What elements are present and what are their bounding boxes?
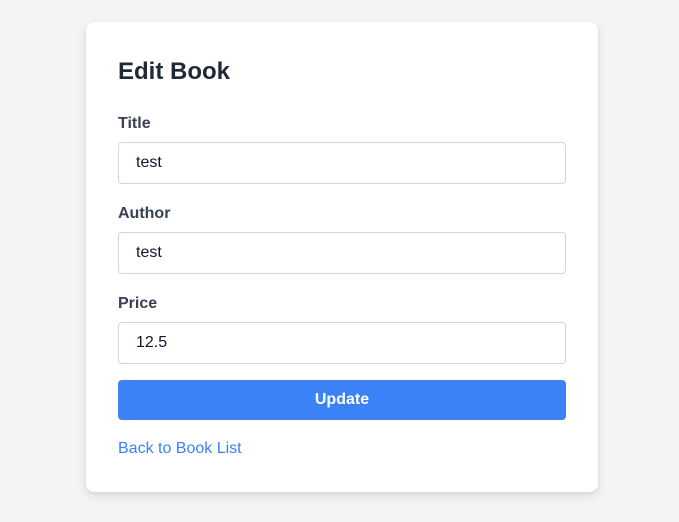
title-input[interactable] bbox=[118, 142, 566, 184]
update-button[interactable]: Update bbox=[118, 380, 566, 420]
back-to-book-list-link[interactable]: Back to Book List bbox=[118, 439, 242, 459]
page-title: Edit Book bbox=[118, 58, 230, 85]
title-label: Title bbox=[118, 115, 151, 132]
price-label: Price bbox=[118, 295, 158, 312]
price-input[interactable] bbox=[118, 322, 566, 364]
edit-book-card: Edit Book Title Author Price Update Back… bbox=[86, 22, 598, 492]
author-input[interactable] bbox=[118, 232, 566, 274]
author-label: Author bbox=[118, 205, 171, 222]
